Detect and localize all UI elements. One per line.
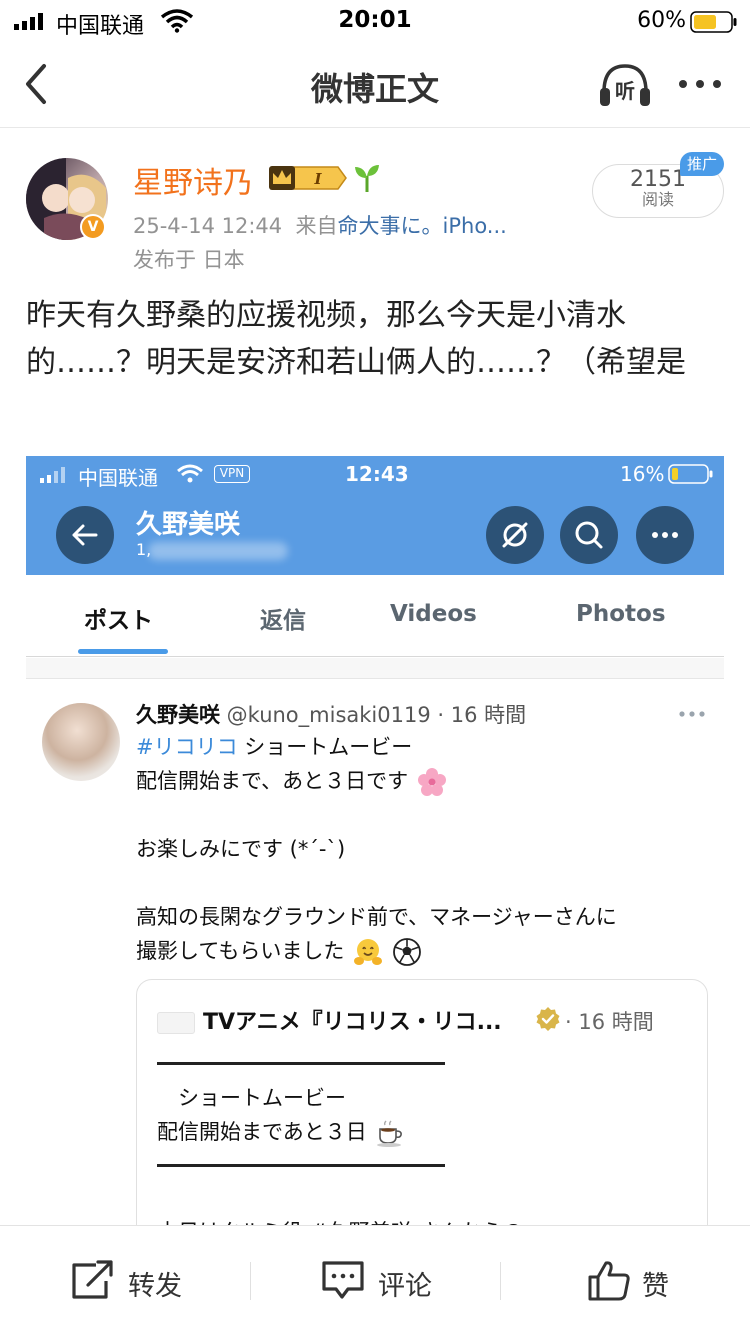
active-tab-indicator (78, 649, 168, 654)
tweet-line-1: #リコリコ ショートムービー (136, 731, 412, 761)
quote-rule-bottom (157, 1164, 445, 1167)
cherry-blossom-icon (417, 768, 446, 796)
embed-carrier: 中国联通 (78, 466, 158, 490)
post-location: 发布于 日本 (133, 248, 245, 272)
sprout-icon (355, 165, 379, 192)
tweet-header: 久野美咲 @kuno_misaki0119 · 16 時間 (136, 699, 526, 729)
embed-divider (26, 658, 724, 678)
tweet-more-icon[interactable] (678, 709, 706, 719)
repost-label: 转发 (128, 1271, 182, 1302)
post-meta: 25-4-14 12:44 来自命大事に。iPho... (133, 210, 507, 240)
quote-line-2-text: 配信開始まであと３日 (157, 1120, 367, 1144)
embed-hide-button[interactable] (486, 506, 544, 564)
comment-label: 评论 (378, 1271, 432, 1302)
tweet-card[interactable]: 久野美咲 @kuno_misaki0119 · 16 時間 #リコリコ ショート… (26, 678, 724, 1226)
quote-line-1: ショートムービー (157, 1086, 346, 1110)
tweet-avatar[interactable] (42, 703, 120, 781)
embed-wifi-icon (177, 464, 203, 483)
bottom-toolbar: 转发 评论 赞 (0, 1225, 750, 1334)
thumbs-up-icon (588, 1261, 630, 1301)
post-date: 25-4-14 12:44 (133, 214, 283, 238)
coffee-icon (377, 1120, 403, 1147)
vpn-badge: VPN (214, 465, 250, 483)
embed-battery-percent: 16% (620, 462, 665, 486)
embed-search-button[interactable] (560, 506, 618, 564)
blurred-text (148, 542, 288, 560)
embed-profile-name: 久野美咲 (136, 510, 241, 540)
embed-signal-icon (40, 467, 65, 483)
tweet-line-3: お楽しみにです (*´-`) (136, 837, 346, 861)
comment-icon (322, 1261, 364, 1299)
tab-replies[interactable]: 返信 (260, 601, 306, 635)
battery-icon (690, 11, 737, 33)
quote-rule-top (157, 1062, 445, 1065)
post-source[interactable]: 命大事に。iPho... (338, 214, 507, 238)
embed-battery-icon (668, 464, 713, 484)
read-label: 阅读 (641, 190, 674, 209)
like-button[interactable]: 赞 (500, 1226, 750, 1334)
embed-clock: 12:43 (345, 462, 409, 486)
verified-badge: V (80, 214, 106, 240)
nav-bar: 微博正文 听 (0, 42, 750, 128)
tweet-line-2: 配信開始まで、あと３日です (136, 765, 447, 797)
repost-button[interactable]: 转发 (0, 1226, 250, 1334)
embed-more-button[interactable] (636, 506, 694, 564)
tweet-line-2-text: 配信開始まで、あと３日です (136, 769, 409, 793)
status-bar: 中国联通 20:01 60% (0, 0, 750, 42)
embed-header: 中国联通 VPN 12:43 16% 久野美咲 1, (26, 456, 724, 575)
quoted-account-logo (157, 1012, 195, 1034)
embed-profile-sub: 1, (136, 540, 288, 562)
listen-glyph: 听 (615, 79, 635, 103)
promo-tag: 推广 (680, 152, 724, 176)
listen-button[interactable]: 听 (598, 60, 652, 110)
eye-off-icon (502, 522, 528, 548)
embedded-screenshot[interactable]: 中国联通 VPN 12:43 16% 久野美咲 1, ポスト 返信 Videos… (26, 456, 724, 1226)
tweet-line-5: 撮影してもらいました (136, 935, 422, 967)
tab-videos[interactable]: Videos (390, 601, 477, 627)
battery-percent: 60% (637, 8, 686, 33)
tweet-line-4: 高知の長閑なグラウンド前で、マネージャーさんに (136, 905, 617, 929)
quoted-tweet[interactable]: TVアニメ『リコリス・リコ... · 16 時間 ショートムービー 配信開始まで… (136, 979, 708, 1226)
arrow-left-icon (72, 524, 98, 546)
source-prefix: 来自 (295, 214, 338, 238)
tweet-line-5-text: 撮影してもらいました (136, 939, 345, 963)
like-label: 赞 (642, 1271, 669, 1302)
quote-line-2: 配信開始まであと３日 (157, 1116, 405, 1148)
embed-back-button[interactable] (56, 506, 114, 564)
tweet-display-name[interactable]: 久野美咲 (136, 703, 220, 727)
level-number: I (313, 170, 322, 188)
soccer-ball-icon (392, 938, 421, 966)
quoted-account-name[interactable]: TVアニメ『リコリス・リコ... (203, 1004, 502, 1036)
tweet-handle-time: @kuno_misaki0119 · 16 時間 (220, 703, 527, 727)
ellipsis-icon (652, 532, 678, 538)
tweet-hashtag[interactable]: #リコリコ (136, 735, 238, 759)
author-name[interactable]: 星野诗乃 (133, 158, 253, 202)
comment-button[interactable]: 评论 (250, 1226, 500, 1334)
tab-photos[interactable]: Photos (576, 601, 666, 627)
tab-posts[interactable]: ポスト (84, 601, 153, 635)
share-icon (72, 1260, 113, 1299)
post-text: 昨天有久野桑的应援视频，那么今天是小清水的……？明天是安济和若山俩人的……？（希… (26, 298, 686, 380)
hugging-face-icon (354, 939, 383, 965)
post-header: V 星野诗乃 I 25-4-14 12:44 来自命大事に。iPho... 发布… (0, 140, 750, 280)
quoted-time: · 16 時間 (565, 1010, 654, 1034)
crown-icon: I (269, 166, 347, 190)
headphones-icon: 听 (600, 64, 650, 106)
tweet-line-1-rest: ショートムービー (237, 735, 413, 759)
embed-tab-bar: ポスト 返信 Videos Photos (26, 575, 724, 657)
search-icon (575, 521, 603, 549)
more-icon[interactable] (676, 70, 724, 98)
verified-badge-icon (536, 1007, 560, 1031)
